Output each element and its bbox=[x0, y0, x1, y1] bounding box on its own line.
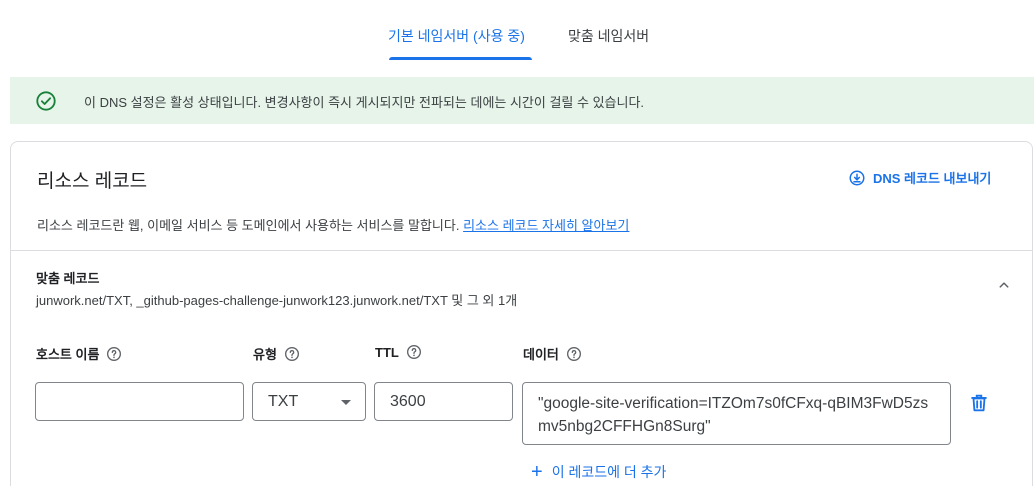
banner-message: 이 DNS 설정은 활성 상태입니다. 변경사항이 즉시 게시되지만 전파되는 … bbox=[84, 95, 645, 110]
export-dns-records-button[interactable]: DNS 레코드 내보내기 bbox=[848, 168, 991, 187]
dns-active-banner: 이 DNS 설정은 활성 상태입니다. 변경사항이 즉시 게시되지만 전파되는 … bbox=[10, 77, 1034, 124]
custom-records-summary: junwork.net/TXT, _github-pages-challenge… bbox=[36, 293, 518, 308]
help-icon[interactable] bbox=[106, 346, 122, 362]
record-type-value: TXT bbox=[268, 393, 299, 410]
custom-records-title: 맞춤 레코드 bbox=[36, 271, 100, 286]
active-tab-indicator bbox=[389, 57, 532, 60]
record-type-select[interactable]: TXT bbox=[252, 382, 366, 421]
nameserver-tabs: 기본 네임서버 (사용 중) 맞춤 네임서버 bbox=[0, 0, 1034, 62]
column-ttl: TTL bbox=[375, 344, 422, 360]
column-host-label: 호스트 이름 bbox=[36, 347, 100, 362]
export-label: DNS 레코드 내보내기 bbox=[873, 171, 992, 186]
trash-icon[interactable] bbox=[968, 392, 990, 414]
column-data-label: 데이터 bbox=[523, 347, 559, 362]
card-description: 리소스 레코드란 웹, 이메일 서비스 등 도메인에서 사용하는 서비스를 말합… bbox=[37, 215, 629, 234]
column-ttl-label: TTL bbox=[375, 344, 399, 360]
column-host: 호스트 이름 bbox=[36, 344, 122, 363]
learn-more-link[interactable]: 리소스 레코드 자세히 알아보기 bbox=[463, 218, 629, 233]
column-data: 데이터 bbox=[523, 344, 582, 363]
data-input[interactable]: "google-site-verification=ITZOm7s0fCFxq-… bbox=[522, 382, 951, 445]
column-type: 유형 bbox=[253, 344, 300, 363]
column-type-label: 유형 bbox=[253, 347, 277, 362]
ttl-input[interactable]: 3600 bbox=[374, 382, 513, 421]
description-text: 리소스 레코드란 웹, 이메일 서비스 등 도메인에서 사용하는 서비스를 말합… bbox=[37, 218, 460, 233]
help-icon[interactable] bbox=[566, 346, 582, 362]
plus-icon: + bbox=[531, 461, 543, 483]
help-icon[interactable] bbox=[406, 344, 422, 360]
check-circle-icon bbox=[36, 91, 56, 111]
card-title: 리소스 레코드 bbox=[37, 171, 148, 192]
chevron-up-icon[interactable] bbox=[995, 276, 1013, 294]
download-circle-icon bbox=[849, 170, 865, 185]
tab-default-nameservers[interactable]: 기본 네임서버 (사용 중) bbox=[388, 26, 525, 46]
dropdown-arrow-icon bbox=[341, 400, 351, 405]
divider bbox=[11, 250, 1032, 251]
add-more-label: 이 레코드에 더 추가 bbox=[551, 464, 667, 480]
add-more-record-button[interactable]: + 이 레코드에 더 추가 bbox=[531, 462, 666, 482]
tab-custom-nameservers[interactable]: 맞춤 네임서버 bbox=[568, 26, 649, 46]
resource-records-card: 리소스 레코드 DNS 레코드 내보내기 리소스 레코드란 웹, 이메일 서비스… bbox=[10, 141, 1033, 486]
host-name-input[interactable] bbox=[35, 382, 244, 421]
help-icon[interactable] bbox=[284, 346, 300, 362]
